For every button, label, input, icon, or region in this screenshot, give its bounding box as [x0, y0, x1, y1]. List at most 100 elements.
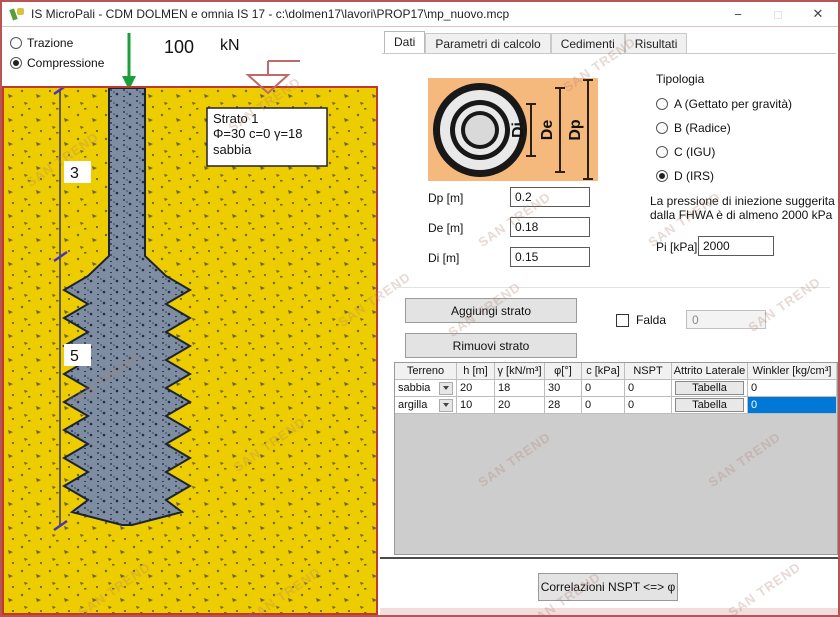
h-cell[interactable]: 10 — [457, 397, 495, 414]
compressione-radio[interactable] — [10, 57, 22, 69]
header-nspt: NSPT — [625, 363, 672, 380]
tipologia-c-radio[interactable] — [656, 146, 668, 158]
tabella-button[interactable]: Tabella — [675, 381, 744, 395]
tabella-button[interactable]: Tabella — [675, 398, 744, 412]
stratum-line3: sabbia — [213, 142, 252, 157]
header-gamma: γ [kN/m³] — [495, 363, 545, 380]
dp-label: Dp [m] — [428, 191, 463, 205]
de-label: De [m] — [428, 221, 463, 235]
dp-field[interactable]: 0.2 — [510, 187, 590, 207]
app-icon — [10, 7, 25, 22]
tipologia-option-a[interactable]: A (Gettato per gravità) — [656, 97, 792, 111]
tipologia-d-radio[interactable] — [656, 170, 668, 182]
falda-label: Falda — [636, 313, 666, 327]
tipologia-b-radio[interactable] — [656, 122, 668, 134]
tab-divider — [382, 53, 836, 54]
depth-upper-label: 3 — [70, 165, 79, 182]
falda-field[interactable]: 0 — [686, 310, 766, 329]
load-unit: kN — [220, 37, 240, 55]
footer-divider — [380, 557, 838, 559]
tipologia-option-b[interactable]: B (Radice) — [656, 121, 731, 135]
tab-dati[interactable]: Dati — [384, 31, 425, 53]
tipologia-b-label: B (Radice) — [674, 121, 731, 135]
terreno-dropdown-button[interactable] — [439, 382, 453, 395]
terreno-combobox[interactable]: sabbia — [395, 380, 457, 397]
header-winkler: Winkler [kg/cm³] — [748, 363, 836, 380]
gamma-cell[interactable]: 20 — [495, 397, 545, 414]
close-button[interactable]: ✕ — [798, 2, 838, 26]
strata-table: Terreno h [m] γ [kN/m³] φ[°] c [kPa] NSP… — [394, 362, 838, 555]
load-value: 100 — [164, 37, 194, 58]
tipologia-option-c[interactable]: C (IGU) — [656, 145, 715, 159]
support-symbol-icon — [244, 58, 304, 98]
terreno-dropdown-button[interactable] — [439, 399, 453, 412]
correlazioni-nspt-button[interactable]: Correlazioni NSPT <=> φ — [538, 573, 678, 601]
soil-svg: 3 5 Strato 1 Φ=30 c=0 γ=18 sabbia — [4, 88, 376, 613]
header-h: h [m] — [457, 363, 495, 380]
maximize-button[interactable]: □ — [758, 2, 798, 26]
stratum-line1: Strato 1 — [213, 111, 259, 126]
chevron-down-icon — [443, 386, 449, 390]
falda-checkbox[interactable] — [616, 314, 629, 327]
depth-lower-label: 5 — [70, 348, 79, 365]
phi-cell[interactable]: 30 — [545, 380, 582, 397]
dp-dim-label: Dp — [567, 119, 584, 141]
phi-cell[interactable]: 28 — [545, 397, 582, 414]
header-attrito: Attrito Laterale — [672, 363, 748, 380]
pi-field[interactable]: 2000 — [698, 236, 774, 256]
load-arrow-icon — [120, 33, 140, 91]
trazione-label: Trazione — [27, 36, 73, 50]
tipologia-label: Tipologia — [656, 72, 704, 86]
winkler-cell-selected[interactable]: 0 — [748, 397, 836, 414]
attrito-cell: Tabella — [672, 380, 748, 397]
fhwa-note-line2: dalla FHWA è di almeno 2000 kPa — [650, 208, 840, 222]
tab-risultati[interactable]: Risultati — [625, 33, 688, 53]
load-panel: Trazione Compressione 100 kN — [2, 27, 378, 86]
tab-parametri-di-calcolo[interactable]: Parametri di calcolo — [425, 33, 550, 53]
table-header-row: Terreno h [m] γ [kN/m³] φ[°] c [kPa] NSP… — [395, 363, 837, 380]
tipologia-c-label: C (IGU) — [674, 145, 715, 159]
chevron-down-icon — [443, 403, 449, 407]
tab-cedimenti[interactable]: Cedimenti — [551, 33, 625, 53]
de-field[interactable]: 0.18 — [510, 217, 590, 237]
section-svg: Di De Dp — [428, 78, 598, 181]
tipologia-d-label: D (IRS) — [674, 169, 714, 183]
c-cell[interactable]: 0 — [582, 397, 625, 414]
remove-stratum-button[interactable]: Rimuovi strato — [405, 333, 577, 358]
add-stratum-button[interactable]: Aggiungi strato — [405, 298, 577, 323]
header-phi: φ[°] — [545, 363, 582, 380]
c-cell[interactable]: 0 — [582, 380, 625, 397]
di-label: Di [m] — [428, 251, 459, 265]
nspt-cell[interactable]: 0 — [625, 380, 672, 397]
winkler-cell[interactable]: 0 — [748, 380, 836, 397]
tab-strip: Dati Parametri di calcolo Cedimenti Risu… — [384, 31, 687, 53]
di-dim-label: Di — [510, 122, 527, 138]
bottom-strip — [380, 608, 838, 615]
minimize-button[interactable]: − — [718, 2, 758, 26]
app-window: IS MicroPali - CDM DOLMEN e omnia IS 17 … — [0, 0, 840, 617]
di-field[interactable]: 0.15 — [510, 247, 590, 267]
fhwa-note-line1: La pressione di iniezione suggerita — [650, 194, 840, 208]
title-bar: IS MicroPali - CDM DOLMEN e omnia IS 17 … — [2, 2, 838, 27]
compressione-option[interactable]: Compressione — [10, 56, 104, 70]
terreno-value: argilla — [398, 399, 439, 411]
window-controls: − □ ✕ — [718, 2, 838, 26]
pi-label: Pi [kPa] — [656, 240, 697, 254]
window-title: IS MicroPali - CDM DOLMEN e omnia IS 17 … — [31, 7, 509, 21]
tipologia-option-d[interactable]: D (IRS) — [656, 169, 714, 183]
stratum-line2: Φ=30 c=0 γ=18 — [213, 126, 303, 141]
gamma-cell[interactable]: 18 — [495, 380, 545, 397]
tipologia-a-radio[interactable] — [656, 98, 668, 110]
nspt-cell[interactable]: 0 — [625, 397, 672, 414]
terreno-combobox[interactable]: argilla — [395, 397, 457, 414]
trazione-option[interactable]: Trazione — [10, 36, 73, 50]
trazione-radio[interactable] — [10, 37, 22, 49]
header-terreno: Terreno — [395, 363, 457, 380]
terreno-value: sabbia — [398, 382, 439, 394]
table-row: argilla 10 20 28 0 0 Tabella 0 — [395, 397, 837, 414]
compressione-label: Compressione — [27, 56, 104, 70]
soil-diagram: 3 5 Strato 1 Φ=30 c=0 γ=18 sabbia — [2, 86, 378, 615]
main-panel: Dati Parametri di calcolo Cedimenti Risu… — [380, 27, 838, 615]
h-cell[interactable]: 20 — [457, 380, 495, 397]
table-row: sabbia 20 18 30 0 0 Tabella 0 — [395, 380, 837, 397]
